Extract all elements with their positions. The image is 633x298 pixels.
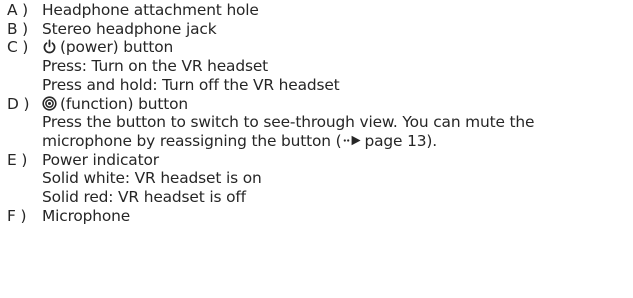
item-content: (function) button Press the button to sw… [42,95,633,151]
item-letter: D ) [7,94,30,113]
function-icon [42,95,57,111]
item-content: Power indicator Solid white: VR headset … [42,151,633,207]
item-title: (function) button [60,94,188,113]
item-content: Headphone attachment hole [42,1,633,20]
item-detail-red: Solid red: VR headset is off [42,188,246,207]
list-item-e: E ) Power indicator Solid white: VR head… [7,151,633,207]
item-content: (power) button Press: Turn on the VR hea… [42,38,633,94]
list-item-b: B ) Stereo headphone jack [7,20,633,39]
power-icon [42,39,57,54]
page-reference-link[interactable]: page 13 [365,132,427,150]
list-item-a: A ) Headphone attachment hole [7,1,633,20]
page-reference-arrow-icon [343,132,363,151]
list-item-f: F ) Microphone [7,207,633,226]
item-description-line-1: Press the button to switch to see-throug… [42,113,535,132]
item-content: Microphone [42,207,633,226]
item-detail-hold: Press and hold: Turn off the VR headset [42,75,340,94]
component-list: A ) Headphone attachment hole B ) Stereo… [0,0,633,225]
item-title: Microphone [42,206,131,225]
item-title: Headphone attachment hole [42,1,259,19]
item-title: Power indicator [42,150,159,169]
item-title-line: (power) button [42,38,627,57]
item-letter: F ) [7,206,27,225]
item-title: Stereo headphone jack [42,19,217,38]
item-letter: C ) [7,38,29,57]
item-detail-press: Press: Turn on the VR headset [42,57,269,76]
description-text: microphone by reassigning the button ( [42,131,342,150]
item-letter: E ) [7,150,28,169]
item-title-line: (function) button [42,95,627,114]
item-content: Stereo headphone jack [42,20,633,39]
item-title: (power) button [60,38,174,57]
item-letter: B ) [7,19,29,38]
list-item-d: D ) (function) button Press the button t… [7,95,633,151]
item-description-line-2: microphone by reassigning the button ( pa… [42,132,627,151]
list-item-c: C ) (power) button Press: Turn on the VR… [7,38,633,94]
item-letter: A ) [7,1,28,19]
description-text: ). [426,131,437,150]
item-detail-white: Solid white: VR headset is on [42,169,262,188]
